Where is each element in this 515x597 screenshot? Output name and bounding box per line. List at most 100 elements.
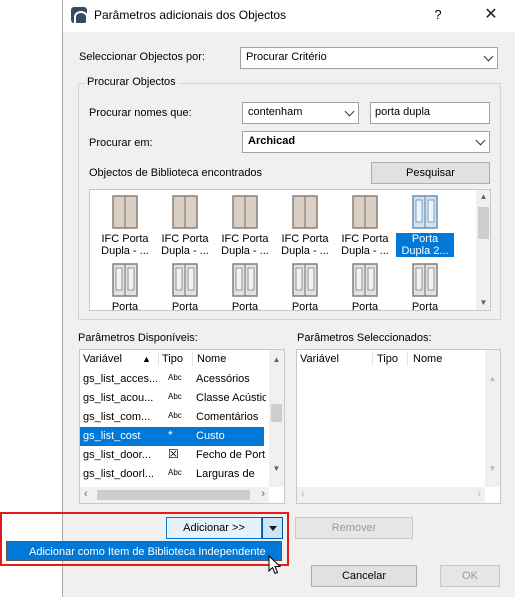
scroll-up-icon[interactable]: ▲ — [485, 372, 500, 386]
text-type-icon: Abc — [168, 392, 182, 401]
search-names-mode-dropdown[interactable]: contenham — [242, 102, 359, 124]
scroll-down-icon[interactable]: ▼ — [269, 462, 284, 476]
scroll-up-icon[interactable]: ▲ — [269, 353, 284, 367]
library-item[interactable]: Porta — [336, 262, 394, 311]
window-title: Parâmetros adicionais dos Objectos — [94, 8, 287, 22]
available-params-list[interactable]: Variável ▲ Tipo Nome gs_list_acces... Abc… — [79, 349, 285, 504]
boolean-type-icon: ☒ — [168, 447, 179, 461]
mouse-cursor-icon — [268, 555, 282, 575]
found-objects-label: Objectos de Biblioteca encontrados — [89, 167, 263, 179]
ok-button[interactable]: OK — [440, 565, 500, 587]
popup-menu-item-add-independent[interactable]: Adicionar como Item de Biblioteca Indepe… — [6, 541, 282, 561]
double-door-icon — [109, 262, 141, 298]
col-variable-header[interactable]: Variável — [300, 353, 339, 365]
param-row[interactable]: gs_list_cost * Custo — [80, 427, 264, 446]
col-type-header[interactable]: Tipo — [377, 353, 398, 365]
selected-params-vscroll[interactable]: ▲ ▼ — [485, 350, 500, 487]
double-door-icon — [169, 262, 201, 298]
param-variable: gs_list_door... — [83, 449, 151, 461]
search-in-label: Procurar em: — [89, 137, 153, 149]
glass-double-door-icon — [409, 194, 441, 230]
library-item[interactable]: Porta Dupla 2... — [396, 194, 454, 257]
scroll-right-icon[interactable]: › — [477, 488, 481, 500]
double-door-icon — [409, 262, 441, 298]
library-item[interactable]: IFC Porta Dupla - ... — [276, 194, 334, 257]
scroll-thumb[interactable] — [271, 404, 282, 422]
double-door-icon — [289, 262, 321, 298]
text-type-icon: Abc — [168, 468, 182, 477]
scroll-down-icon[interactable]: ▼ — [476, 296, 490, 310]
library-objects-panel: IFC Porta Dupla - ... IFC Porta Dupla - ...… — [89, 189, 491, 311]
library-item-name: IFC Porta — [341, 233, 389, 245]
library-item-name: IFC Porta — [101, 233, 149, 245]
library-item[interactable]: IFC Porta Dupla - ... — [156, 194, 214, 257]
col-variable-header[interactable]: Variável — [83, 353, 122, 365]
text-type-icon: Abc — [168, 411, 182, 420]
scroll-left-icon[interactable]: ‹ — [84, 488, 88, 500]
param-row[interactable]: gs_list_acou... Abc Classe Acústic — [80, 389, 266, 408]
library-item[interactable]: IFC Porta Dupla - ... — [216, 194, 274, 257]
search-group-title: Procurar Objectos — [85, 76, 178, 88]
col-type-header[interactable]: Tipo — [162, 353, 183, 365]
library-item[interactable]: IFC Porta Dupla - ... — [336, 194, 394, 257]
library-item-name: IFC Porta — [281, 233, 329, 245]
library-item[interactable]: Porta — [96, 262, 154, 311]
scroll-left-icon[interactable]: ‹ — [301, 488, 305, 500]
param-row[interactable]: gs_list_doorl... Abc Larguras de — [80, 465, 264, 484]
library-item[interactable]: Porta — [216, 262, 274, 311]
library-item-name: Porta — [351, 301, 379, 311]
library-item-name: IFC Porta — [161, 233, 209, 245]
library-item-name-cont: Dupla 2... — [396, 245, 454, 257]
search-names-input[interactable]: porta dupla — [370, 102, 490, 124]
search-button[interactable]: Pesquisar — [371, 162, 490, 184]
cancel-button[interactable]: Cancelar — [311, 565, 417, 587]
library-item-name: IFC Porta — [221, 233, 269, 245]
library-scrollbar[interactable]: ▲ ▼ — [476, 190, 490, 310]
text-type-icon: Abc — [168, 373, 182, 382]
remove-button[interactable]: Remover — [295, 517, 413, 539]
selected-params-list[interactable]: Variável Tipo Nome ▲ ▼ ‹ › — [296, 349, 501, 504]
dialog-window: Parâmetros adicionais dos Objectos ? ✕ S… — [62, 0, 515, 597]
library-item-name: Porta — [411, 301, 439, 311]
double-door-icon — [169, 194, 201, 230]
available-params-vscroll[interactable]: ▲ ▼ — [269, 350, 284, 487]
param-row[interactable]: gs_list_door... ☒ Fecho de Port — [80, 446, 265, 465]
chevron-down-icon — [485, 52, 492, 60]
param-name: Custo — [196, 430, 225, 442]
library-item-name-cont: Dupla - ... — [221, 245, 269, 257]
library-item[interactable]: Porta — [276, 262, 334, 310]
param-variable: gs_list_cost — [83, 430, 141, 442]
chevron-down-icon — [346, 107, 353, 115]
available-params-header: Variável ▲ Tipo Nome — [80, 350, 284, 369]
double-door-icon — [229, 194, 261, 230]
available-params-hscroll[interactable]: ‹ › — [80, 487, 269, 503]
chevron-down-icon — [477, 136, 484, 144]
help-button[interactable]: ? — [428, 5, 448, 25]
library-item-name-cont: Dupla - ... — [281, 245, 329, 257]
select-by-dropdown[interactable]: Procurar Critério — [240, 47, 498, 69]
library-item-name: Porta — [171, 301, 199, 311]
archicad-app-icon — [71, 7, 87, 23]
scroll-up-icon[interactable]: ▲ — [476, 190, 490, 204]
selected-params-hscroll[interactable]: ‹ › — [297, 487, 485, 503]
scroll-down-icon[interactable]: ▼ — [485, 462, 500, 476]
select-by-value: Procurar Critério — [246, 51, 327, 63]
library-item-name: Porta — [231, 301, 259, 311]
close-icon[interactable]: ✕ — [481, 5, 501, 25]
scroll-thumb[interactable] — [97, 490, 250, 500]
double-door-icon — [349, 194, 381, 230]
col-name-header[interactable]: Nome — [413, 353, 442, 365]
library-item[interactable]: IFC Porta Dupla - ... — [96, 194, 154, 257]
param-row[interactable]: gs_list_com... Abc Comentários — [80, 408, 264, 427]
search-in-dropdown[interactable]: Archicad — [242, 131, 490, 153]
selected-params-title: Parâmetros Seleccionados: — [297, 332, 432, 344]
library-item[interactable]: Porta — [156, 262, 214, 311]
double-door-icon — [109, 194, 141, 230]
col-name-header[interactable]: Nome — [197, 353, 226, 365]
param-name: Acessórios — [196, 373, 250, 385]
scroll-right-icon[interactable]: › — [261, 488, 265, 500]
library-item[interactable]: Porta — [396, 262, 454, 311]
param-row[interactable]: gs_list_acces... Abc Acessórios — [80, 370, 264, 389]
library-item-name: Porta — [111, 301, 139, 311]
scroll-thumb[interactable] — [478, 207, 489, 239]
